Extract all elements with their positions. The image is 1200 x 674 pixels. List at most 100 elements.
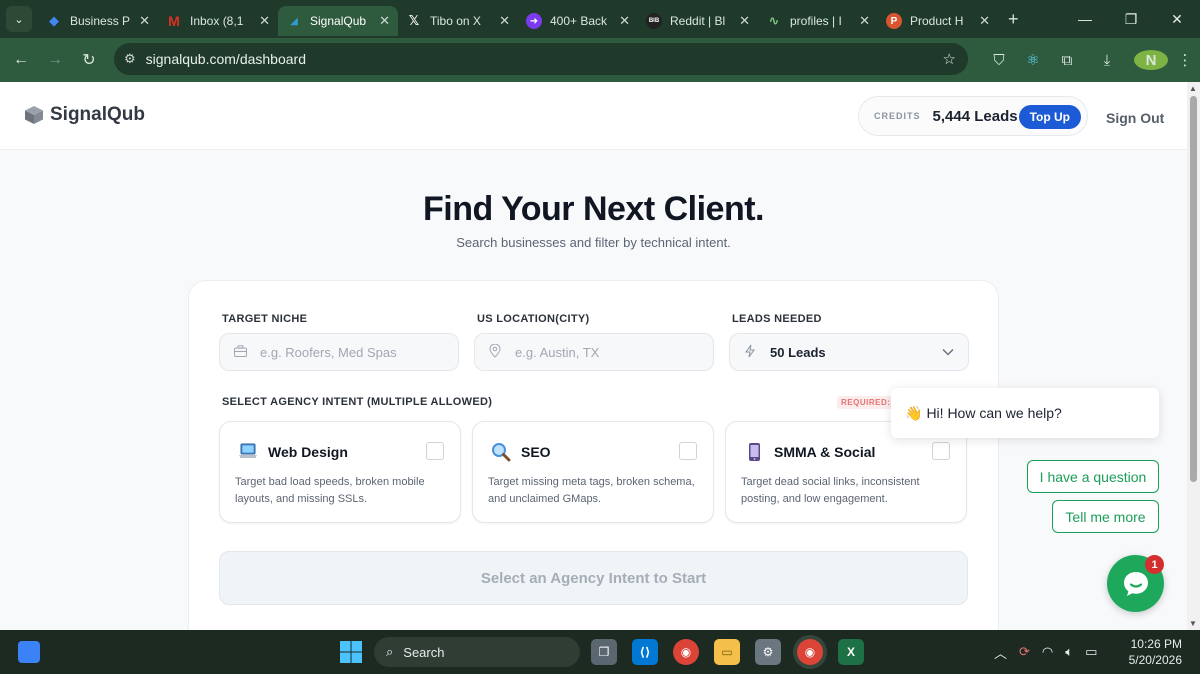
browser-tab[interactable]: ∿ profiles | I ✕	[758, 6, 878, 36]
chat-bubble-icon	[1123, 571, 1148, 596]
sign-out-button[interactable]: Sign Out	[1106, 110, 1164, 126]
restore-icon[interactable]: ❐	[1108, 11, 1154, 28]
scroll-up-icon[interactable]: ▲	[1189, 84, 1197, 93]
wifi-icon[interactable]: ◠	[1042, 644, 1053, 660]
chat-notification-badge: 1	[1145, 555, 1164, 574]
start-search-button[interactable]: Select an Agency Intent to Start	[219, 551, 968, 605]
browser-tab[interactable]: BIB Reddit | Bl ✕	[638, 6, 758, 36]
address-bar[interactable]: ⚙ signalqub.com/dashboard ☆	[114, 43, 968, 75]
brand-logo[interactable]: SignalQub	[24, 104, 145, 126]
tab-close-icon[interactable]: ✕	[259, 13, 270, 29]
browser-tab[interactable]: ➜ 400+ Back ✕	[518, 6, 638, 36]
tab-title: Product H	[910, 14, 964, 28]
tab-title: SignalQub	[310, 14, 367, 28]
extensions-area: ⛉ ⚛ ⧉ ⤓ N ⋮	[982, 38, 1200, 82]
browser-tab-active[interactable]: ◢ SignalQub ✕	[278, 6, 398, 36]
intent-card-seo[interactable]: SEO Target missing meta tags, broken sch…	[472, 421, 714, 523]
intent-description: Target missing meta tags, broken schema,…	[488, 476, 695, 505]
chrome-icon[interactable]: ◉	[673, 639, 699, 665]
excel-icon[interactable]: X	[838, 639, 864, 665]
minimize-icon[interactable]: —	[1062, 11, 1108, 27]
settings-gear-icon[interactable]: ⚙	[755, 639, 781, 665]
chrome-profile-icon[interactable]: ◉	[797, 639, 823, 665]
intent-label: SELECT AGENCY INTENT (MULTIPLE ALLOWED)	[222, 396, 493, 408]
browser-tab[interactable]: ◆ Business P ✕	[38, 6, 158, 36]
intent-checkbox[interactable]	[426, 442, 444, 460]
page-subtitle: Search businesses and filter by technica…	[456, 235, 731, 250]
close-window-icon[interactable]: ✕	[1154, 11, 1200, 28]
scrollbar-thumb[interactable]	[1190, 96, 1197, 482]
battery-icon[interactable]: ▭	[1085, 644, 1097, 660]
reload-icon[interactable]: ↻	[72, 50, 106, 70]
top-up-button[interactable]: Top Up	[1018, 105, 1081, 129]
intent-title: Web Design	[268, 444, 348, 460]
more-menu-icon[interactable]: ⋮	[1168, 51, 1200, 69]
browser-tab[interactable]: P Product H ✕	[878, 6, 998, 36]
site-info-icon[interactable]: ⚙	[124, 51, 136, 67]
taskbar-search[interactable]: ⌕ Search	[374, 637, 580, 667]
sync-icon[interactable]: ⟳	[1019, 644, 1030, 660]
browser-tab[interactable]: 𝕏 Tibo on X ✕	[398, 6, 518, 36]
profile-avatar[interactable]: N	[1134, 50, 1168, 70]
tab-close-icon[interactable]: ✕	[379, 13, 390, 29]
browser-toolbar: ← → ↻ ⚙ signalqub.com/dashboard ☆ ⛉ ⚛ ⧉ …	[0, 38, 1200, 82]
back-arrow-icon[interactable]: ←	[4, 51, 38, 69]
leads-value: 50 Leads	[770, 344, 826, 360]
tab-search-button[interactable]: ⌄	[6, 6, 32, 32]
file-explorer-icon[interactable]: ▭	[714, 639, 740, 665]
intent-checkbox[interactable]	[932, 442, 950, 460]
tab-close-icon[interactable]: ✕	[499, 13, 510, 29]
puzzle-extension-icon[interactable]: ⧉	[1050, 52, 1084, 69]
new-tab-button[interactable]: +	[1008, 9, 1019, 30]
chat-question-button[interactable]: I have a question	[1027, 460, 1159, 493]
phone-icon	[744, 442, 764, 462]
tab-favicon-icon: ➜	[526, 13, 542, 29]
system-tray: ︿ ⟳ ◠ 🔈︎ ▭	[994, 630, 1109, 674]
widgets-icon[interactable]	[18, 641, 40, 663]
chat-greeting-bubble[interactable]: 👋 Hi! How can we help?	[891, 388, 1159, 438]
tab-favicon-icon: ◆	[49, 13, 59, 28]
bookmark-star-icon[interactable]: ☆	[943, 50, 956, 68]
search-icon: ⌕	[386, 644, 394, 659]
tab-favicon-icon: BIB	[646, 13, 662, 29]
location-label: US LOCATION(CITY)	[477, 313, 590, 325]
tab-title: Business P	[70, 14, 131, 28]
credits-label: CREDITS	[874, 111, 921, 121]
page-scrollbar[interactable]: ▲ ▼	[1187, 82, 1200, 630]
page-viewport: SignalQub CREDITS 5,444 Leads Top Up Sig…	[0, 82, 1187, 630]
tab-close-icon[interactable]: ✕	[139, 13, 150, 29]
intent-card-web-design[interactable]: Web Design Target bad load speeds, broke…	[219, 421, 461, 523]
laptop-icon	[238, 442, 258, 462]
react-extension-icon[interactable]: ⚛	[1016, 51, 1050, 69]
niche-placeholder: e.g. Roofers, Med Spas	[260, 344, 397, 360]
tab-favicon-icon: ◢	[290, 15, 298, 27]
volume-icon[interactable]: 🔈︎	[1065, 644, 1073, 660]
tab-title: Reddit | Bl	[670, 14, 726, 28]
tray-chevron-up-icon[interactable]: ︿	[994, 643, 1007, 662]
browser-tab[interactable]: M Inbox (8,1 ✕	[158, 6, 278, 36]
chat-tell-more-button[interactable]: Tell me more	[1052, 500, 1159, 533]
credits-pill: CREDITS 5,444 Leads Top Up	[858, 96, 1088, 136]
niche-input[interactable]: e.g. Roofers, Med Spas	[219, 333, 459, 371]
tab-close-icon[interactable]: ✕	[979, 13, 990, 29]
windows-start-icon[interactable]	[339, 640, 363, 664]
scroll-down-icon[interactable]: ▼	[1189, 619, 1197, 628]
window-controls: — ❐ ✕	[1062, 0, 1200, 38]
taskbar-clock[interactable]: 10:26 PM 5/20/2026	[1126, 636, 1182, 668]
location-input[interactable]: e.g. Austin, TX	[474, 333, 714, 371]
taskbar-search-label: Search	[403, 644, 445, 660]
intent-checkbox[interactable]	[679, 442, 697, 460]
task-view-icon[interactable]: ❐	[591, 639, 617, 665]
lightning-icon	[744, 344, 760, 361]
intent-title: SEO	[521, 444, 551, 460]
tab-close-icon[interactable]: ✕	[859, 13, 870, 29]
producthunt-icon: P	[886, 13, 902, 29]
tab-title: profiles | I	[790, 14, 842, 28]
vscode-icon[interactable]: ⟨⟩	[632, 639, 658, 665]
leads-select[interactable]: 50 Leads	[729, 333, 969, 371]
shield-extension-icon[interactable]: ⛉	[982, 52, 1016, 69]
tab-close-icon[interactable]: ✕	[619, 13, 630, 29]
forward-arrow-icon[interactable]: →	[38, 51, 72, 69]
tab-close-icon[interactable]: ✕	[739, 13, 750, 29]
download-icon[interactable]: ⤓	[1090, 52, 1124, 69]
